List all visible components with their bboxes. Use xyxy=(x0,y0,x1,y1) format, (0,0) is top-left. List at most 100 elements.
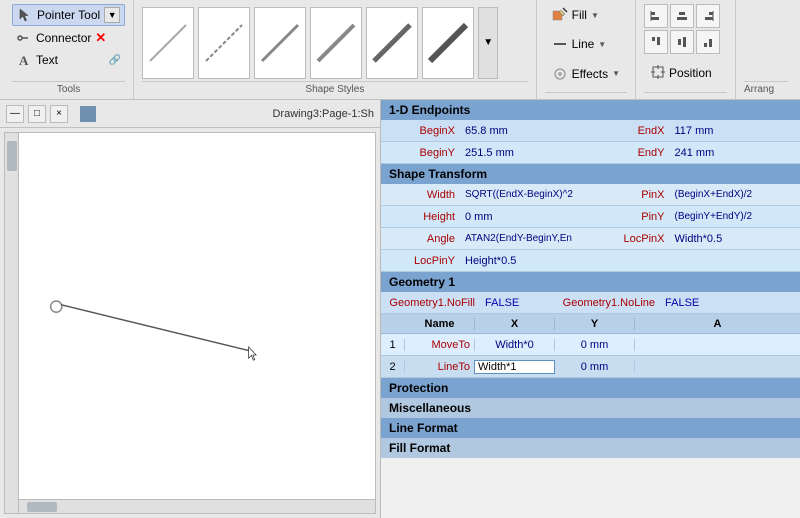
line-label: Line xyxy=(572,37,595,51)
restore-icon: □ xyxy=(34,108,40,119)
shape-style-2[interactable] xyxy=(198,7,250,79)
beginx-row: BeginX 65.8 mm EndX 117 mm xyxy=(381,120,800,142)
geo-noline-value[interactable]: FALSE xyxy=(661,297,800,309)
shape-style-1[interactable] xyxy=(142,7,194,79)
position-icon xyxy=(651,65,665,82)
miscellaneous-header: Miscellaneous xyxy=(381,398,800,418)
locpiny-label: LocPinY xyxy=(381,255,461,267)
text-btn[interactable]: A Text 🔗 xyxy=(12,50,125,70)
tools-section: Pointer Tool ▼ Connector ✕ A xyxy=(4,0,134,99)
width-row: Width SQRT((EndX-BeginX)^2 PinX (BeginX+… xyxy=(381,184,800,206)
scrollbar-thumb-v[interactable] xyxy=(7,141,17,171)
pointer-tool-label: Pointer Tool xyxy=(37,8,100,22)
line-btn[interactable]: Line ▼ xyxy=(545,33,627,55)
fill-btn[interactable]: Fill ▼ xyxy=(545,4,627,26)
cursor-group xyxy=(249,347,257,360)
connector-label: Connector xyxy=(36,31,91,45)
align-top-btn[interactable] xyxy=(644,30,668,54)
effects-icon xyxy=(552,66,568,82)
pointer-dropdown[interactable]: ▼ xyxy=(104,7,120,23)
shape-style-more[interactable]: ▼ xyxy=(478,7,498,79)
piny-value[interactable]: (BeginY+EndY)/2 xyxy=(671,211,800,222)
align-section-label xyxy=(644,92,727,95)
endpoints-header: 1-D Endpoints xyxy=(381,100,800,120)
effects-label: Effects xyxy=(572,67,608,81)
fle-section-label xyxy=(545,92,627,95)
minimize-btn[interactable]: — xyxy=(6,105,24,123)
pinx-value[interactable]: (BeginX+EndX)/2 xyxy=(671,189,800,200)
drawing-title: Drawing3:Page-1:Sh xyxy=(272,108,374,120)
horizontal-scrollbar[interactable] xyxy=(19,499,375,513)
toolbar: Pointer Tool ▼ Connector ✕ A xyxy=(0,0,800,100)
table-row-1: 1 MoveTo Width*0 0 mm xyxy=(381,334,800,356)
geo-nofill-value[interactable]: FALSE xyxy=(481,297,541,309)
fill-label: Fill xyxy=(572,8,587,22)
close-btn[interactable]: × xyxy=(50,105,68,123)
row1-y[interactable]: 0 mm xyxy=(555,339,635,351)
align-middle-btn[interactable] xyxy=(670,30,694,54)
geo-noline-label: Geometry1.NoLine xyxy=(541,297,661,309)
row2-name[interactable]: LineTo xyxy=(405,361,475,373)
align-left-btn[interactable] xyxy=(644,4,668,28)
text-label: Text xyxy=(36,53,58,67)
vertical-scrollbar[interactable] xyxy=(5,133,19,513)
locpinx-value[interactable]: Width*0.5 xyxy=(671,233,800,245)
shape-style-3[interactable] xyxy=(254,7,306,79)
effects-btn[interactable]: Effects ▼ xyxy=(545,63,627,85)
pointer-tool-btn[interactable]: Pointer Tool ▼ xyxy=(12,4,125,26)
line-dropdown-arrow: ▼ xyxy=(598,40,606,49)
row1-x[interactable]: Width*0 xyxy=(475,339,555,351)
connector-line xyxy=(61,305,253,352)
protection-header: Protection xyxy=(381,378,800,398)
pinx-label: PinX xyxy=(591,189,671,201)
locpiny-value[interactable]: Height*0.5 xyxy=(461,255,800,267)
endy-value[interactable]: 241 mm xyxy=(671,147,800,159)
width-value[interactable]: SQRT((EndX-BeginX)^2 xyxy=(461,189,591,200)
properties-panel: 1-D Endpoints BeginX 65.8 mm EndX 117 mm… xyxy=(380,100,800,518)
connector-btn[interactable]: Connector ✕ xyxy=(12,28,125,48)
canvas-drawing[interactable] xyxy=(4,132,376,514)
main-area: — □ × Drawing3:Page-1:Sh xyxy=(0,100,800,518)
angle-row: Angle ATAN2(EndY-BeginY,En LocPinX Width… xyxy=(381,228,800,250)
beginx-value[interactable]: 65.8 mm xyxy=(461,125,591,137)
position-btn[interactable]: Position xyxy=(644,62,727,85)
locpiny-row: LocPinY Height*0.5 xyxy=(381,250,800,272)
shape-style-5[interactable] xyxy=(366,7,418,79)
svg-text:A: A xyxy=(19,53,29,67)
th-a: A xyxy=(635,318,800,330)
row2-x-input[interactable] xyxy=(475,361,554,373)
align-center-btn[interactable] xyxy=(670,4,694,28)
line-icon xyxy=(552,36,568,52)
shape-style-6[interactable] xyxy=(422,7,474,79)
tools-label: Tools xyxy=(12,81,125,95)
endx-value[interactable]: 117 mm xyxy=(671,125,800,137)
table-row-2: 2 LineTo 0 mm xyxy=(381,356,800,378)
width-label: Width xyxy=(381,189,461,201)
beginy-label: BeginY xyxy=(381,147,461,159)
pointer-icon xyxy=(17,7,33,23)
align-right-btn[interactable] xyxy=(696,4,720,28)
locpinx-label: LocPinX xyxy=(591,233,671,245)
angle-value[interactable]: ATAN2(EndY-BeginY,En xyxy=(461,233,591,244)
minimize-icon: — xyxy=(10,108,20,119)
drawing-content xyxy=(19,133,375,499)
geo-nofill-row: Geometry1.NoFill FALSE Geometry1.NoLine … xyxy=(381,292,800,314)
scrollbar-thumb-h[interactable] xyxy=(27,502,57,512)
beginy-value[interactable]: 251.5 mm xyxy=(461,147,591,159)
shape-style-4[interactable] xyxy=(310,7,362,79)
titlebar-buttons: — □ × xyxy=(6,105,68,123)
table-header: Name X Y A xyxy=(381,314,800,334)
endx-label: EndX xyxy=(591,125,671,137)
connector-icon xyxy=(16,30,32,46)
row2-x-edit[interactable] xyxy=(475,361,555,373)
arrange-label: Arrang xyxy=(744,81,788,95)
tools-group: Pointer Tool ▼ Connector ✕ A xyxy=(12,4,125,81)
connector-extra: ✕ xyxy=(95,30,106,46)
connector-x-btn[interactable]: ✕ xyxy=(95,30,106,46)
row2-y[interactable]: 0 mm xyxy=(555,361,635,373)
restore-btn[interactable]: □ xyxy=(28,105,46,123)
drawing-titlebar: — □ × Drawing3:Page-1:Sh xyxy=(0,100,380,128)
row1-name[interactable]: MoveTo xyxy=(405,339,475,351)
height-value[interactable]: 0 mm xyxy=(461,211,591,223)
align-bottom-btn[interactable] xyxy=(696,30,720,54)
